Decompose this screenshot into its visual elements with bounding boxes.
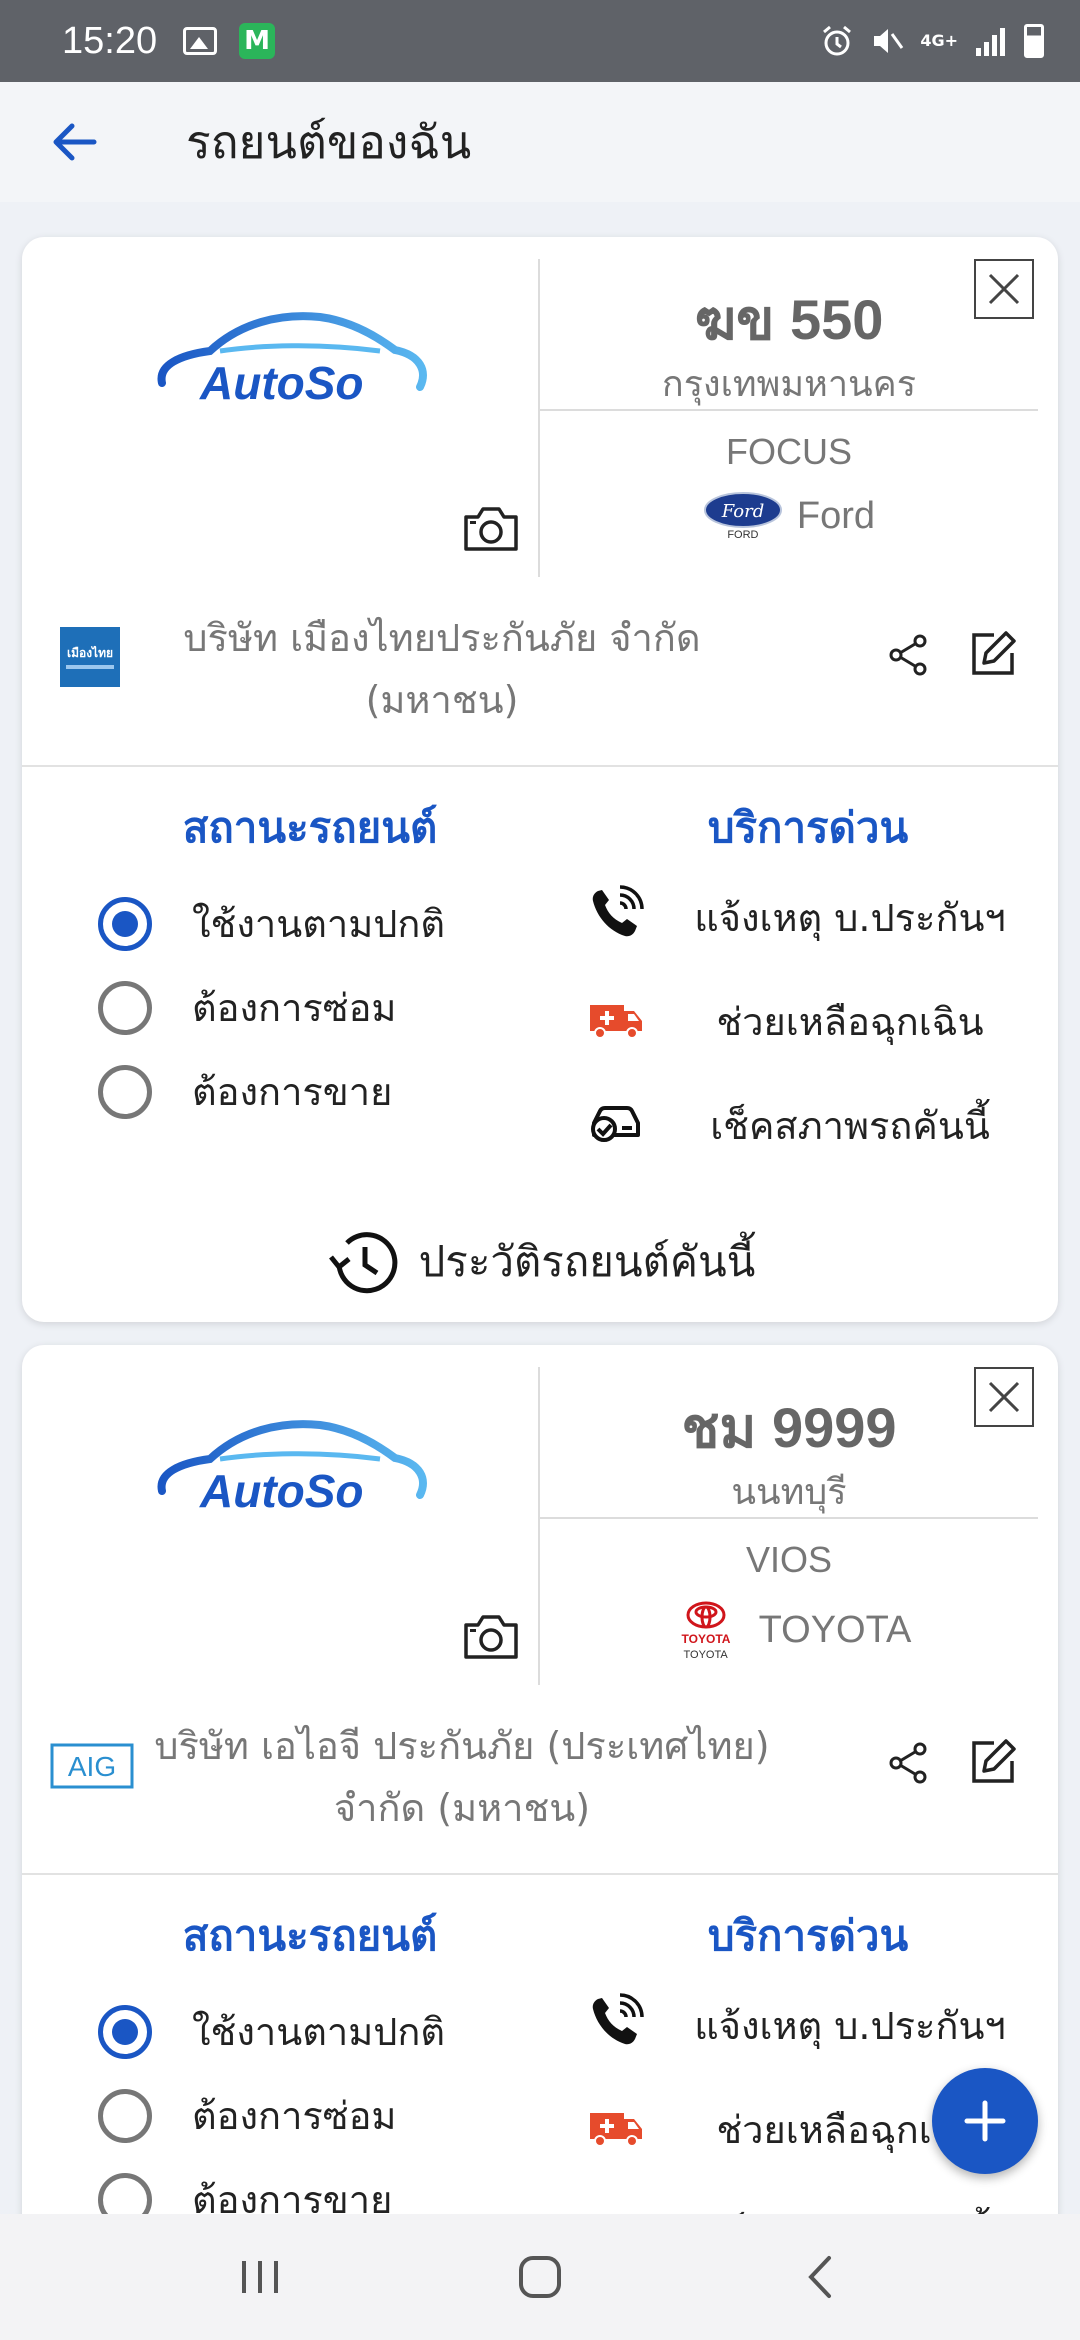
status-section-title: สถานะรถยนต์ [182, 803, 438, 852]
svg-text:Ford: Ford [721, 501, 764, 522]
toyota-logo: TOYOTA TOYOTA [667, 1599, 745, 1661]
edit-icon [972, 631, 1016, 675]
close-icon [988, 273, 1020, 305]
insurer-name: บริษัท เอไอจี ประกันภัย (ประเทศไทย) จำกั… [154, 1724, 770, 1830]
alarm-icon [823, 25, 852, 56]
ambulance-icon [590, 2113, 642, 2147]
camera-icon [464, 1615, 518, 1659]
ford-oval-icon: Ford [703, 492, 782, 528]
svg-text:AutoSo: AutoSo [199, 1465, 364, 1517]
ambulance-icon [590, 1005, 642, 1039]
app-header: รถยนต์ของฉัน [0, 82, 1080, 202]
plus-icon [964, 2100, 1006, 2142]
license-plate: ฆข 550 [694, 288, 884, 351]
autoso-logo: AutoSo [157, 312, 427, 409]
car-card: AutoSo ฆข 550 กรุงเทพมหานคร FOCUS Ford F… [22, 237, 1058, 1322]
service-section-title: บริการด่วน [707, 1911, 909, 1960]
camera-button[interactable] [462, 1611, 520, 1661]
page-title: รถยนต์ของฉัน [186, 114, 472, 169]
signal-icon [976, 28, 1005, 56]
add-car-button[interactable] [932, 2068, 1038, 2174]
divider [22, 765, 1058, 767]
radio-unchecked-icon [98, 980, 152, 1035]
gallery-notification-icon [183, 27, 218, 55]
insurer-row: เมืองไทย บริษัท เมืองไทยประกันภัย จำกัด … [22, 607, 1058, 747]
divider [540, 1517, 1038, 1519]
toyota-emblem-icon: TOYOTA [681, 1601, 730, 1646]
insurer-logo: AIG [50, 1743, 134, 1789]
phone-call-icon [592, 885, 644, 937]
edit-icon [972, 1739, 1016, 1783]
service-section-title: บริการด่วน [707, 803, 909, 852]
svg-text:AutoSo: AutoSo [199, 357, 364, 409]
car-photo-area: AutoSo [22, 237, 538, 577]
divider [22, 1873, 1058, 1875]
chevron-left-icon [808, 2256, 831, 2298]
service-car-check[interactable]: เช็คสภาพรถคันนี้ [570, 1085, 1030, 1155]
mute-icon [874, 29, 904, 53]
camera-button[interactable] [462, 503, 520, 553]
camera-icon [464, 507, 518, 551]
car-model: VIOS [745, 1539, 833, 1580]
car-photo-area: AutoSo [22, 1345, 538, 1685]
status-time: 15:20 [62, 19, 158, 62]
autoso-logo: AutoSo [157, 1420, 427, 1517]
car-history-button[interactable]: ประวัติรถยนต์คันนี้ [22, 1227, 1058, 1297]
remove-car-button[interactable] [974, 1367, 1034, 1427]
divider [540, 409, 1038, 411]
status-radio-repair[interactable]: ต้องการซ่อม [98, 2085, 396, 2146]
svg-text:เมืองไทย: เมืองไทย [67, 645, 113, 660]
remove-car-button[interactable] [974, 259, 1034, 319]
radio-unchecked-icon [98, 2088, 152, 2143]
share-icon [889, 634, 927, 676]
home-button[interactable] [490, 2237, 590, 2317]
status-bar: 15:20 M 4G+ [0, 0, 1080, 82]
recent-apps-icon [242, 2261, 278, 2293]
svg-text:AIG: AIG [68, 1751, 116, 1782]
history-clock-icon [328, 1232, 398, 1294]
status-section-title: สถานะรถยนต์ [182, 1911, 438, 1960]
recent-apps-button[interactable] [210, 2237, 310, 2317]
share-button[interactable] [884, 1739, 932, 1787]
plate-province: นนทบุรี [731, 1472, 847, 1513]
battery-icon [1024, 24, 1044, 58]
service-report-claim[interactable]: แจ้งเหตุ บ.ประกันฯ [570, 1985, 1030, 2055]
car-card: AutoSo ชม 9999 นนทบุรี VIOS TOYOTA TOYOT… [22, 1345, 1058, 2340]
insurer-name: บริษัท เมืองไทยประกันภัย จำกัด (มหาชน) [183, 616, 701, 722]
arrow-left-icon [53, 123, 97, 161]
car-check-icon [591, 1106, 640, 1142]
close-icon [988, 1381, 1020, 1413]
plate-province: กรุงเทพมหานคร [661, 364, 917, 405]
m-app-notification-icon: M [239, 23, 276, 59]
service-report-claim[interactable]: แจ้งเหตุ บ.ประกันฯ [570, 877, 1030, 947]
status-radio-normal[interactable]: ใช้งานตามปกติ [98, 893, 445, 954]
home-icon [519, 2256, 561, 2298]
edit-button[interactable] [968, 629, 1018, 679]
svg-text:TOYOTA: TOYOTA [681, 1632, 730, 1646]
back-button[interactable] [44, 112, 104, 172]
status-radio-sell[interactable]: ต้องการขาย [98, 1061, 392, 1122]
car-brand: Ford [796, 494, 876, 537]
nav-back-button[interactable] [770, 2237, 870, 2317]
service-emergency[interactable]: ช่วยเหลือฉุกเฉิน [570, 981, 1030, 1051]
radio-unchecked-icon [98, 1064, 152, 1119]
car-brand: TOYOTA [758, 1608, 912, 1651]
insurer-row: AIG บริษัท เอไอจี ประกันภัย (ประเทศไทย) … [22, 1715, 1058, 1855]
status-radio-normal[interactable]: ใช้งานตามปกติ [98, 2001, 445, 2062]
brand-row: Ford FORD Ford [540, 491, 1038, 541]
car-model: FOCUS [726, 431, 852, 472]
radio-checked-icon [98, 2004, 152, 2059]
license-plate: ชม 9999 [681, 1396, 897, 1459]
status-radio-repair[interactable]: ต้องการซ่อม [98, 977, 396, 1038]
phone-call-icon [592, 1993, 644, 2045]
network-type-label: 4G+ [920, 31, 958, 50]
brand-row: TOYOTA TOYOTA TOYOTA [540, 1599, 1038, 1661]
system-nav-bar [0, 2214, 1080, 2340]
ford-logo: Ford FORD [703, 491, 783, 541]
edit-button[interactable] [968, 1737, 1018, 1787]
share-icon [889, 1742, 927, 1784]
share-button[interactable] [884, 631, 932, 679]
insurer-logo: เมืองไทย [60, 627, 120, 687]
radio-checked-icon [98, 896, 152, 951]
